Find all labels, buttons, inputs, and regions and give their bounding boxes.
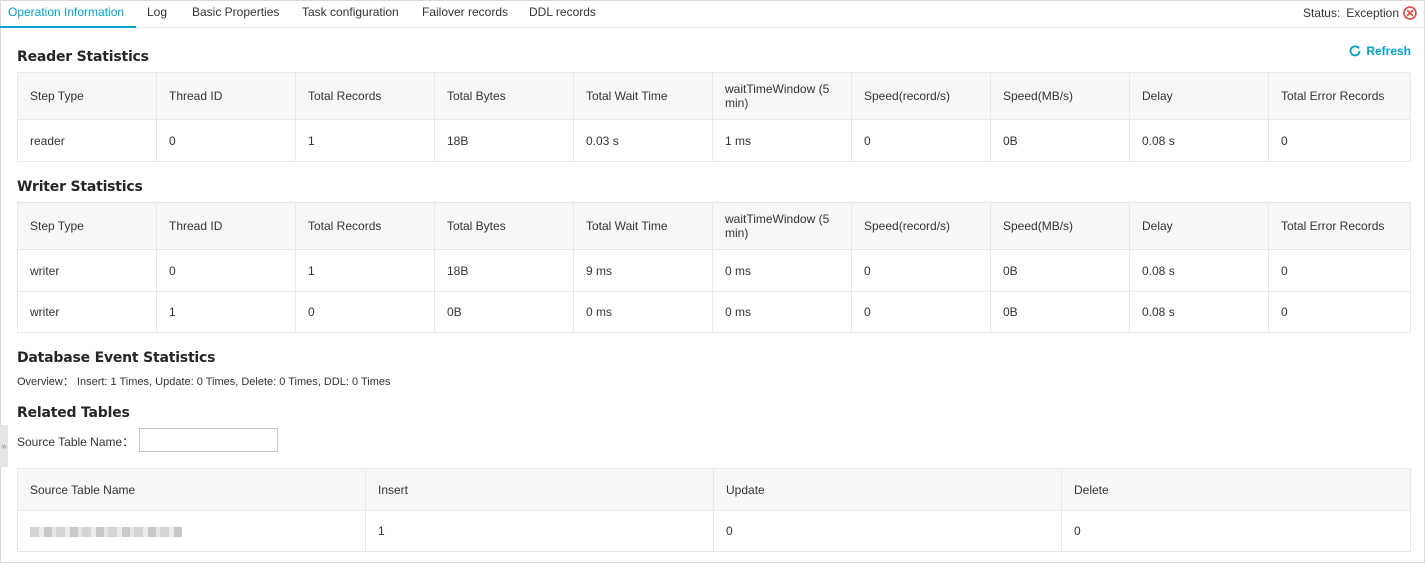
expand-sidebar-handle[interactable]: »: [0, 425, 8, 467]
table-cell: 0: [851, 119, 991, 162]
refresh-label: Refresh: [1366, 44, 1411, 58]
column-header: Thread ID: [156, 202, 296, 250]
tab-bar: Operation Information Log Basic Properti…: [0, 0, 1423, 28]
table-cell: [17, 510, 366, 552]
status-value: Exception: [1346, 6, 1399, 20]
table-cell: 1: [365, 510, 714, 552]
table-cell: 0: [851, 291, 991, 333]
column-header: Delete: [1061, 468, 1411, 511]
table-cell: 0: [295, 291, 435, 333]
writer-statistics-title: Writer Statistics: [17, 179, 143, 195]
table-cell: 1: [295, 119, 435, 162]
writer-statistics-table: Step Type Thread ID Total Records Total …: [17, 202, 1411, 333]
tab-ddl-records[interactable]: DDL records: [529, 0, 596, 28]
table-cell: 0.08 s: [1129, 249, 1269, 292]
table-cell: writer: [17, 249, 157, 292]
table-cell: 0: [1061, 510, 1411, 552]
column-header: Speed(MB/s): [990, 72, 1130, 120]
table-cell: 0.08 s: [1129, 291, 1269, 333]
column-header: Total Wait Time: [573, 202, 713, 250]
column-header: Speed(MB/s): [990, 202, 1130, 250]
table-cell: 1: [295, 249, 435, 292]
table-cell: 18B: [434, 249, 574, 292]
tab-log[interactable]: Log: [147, 0, 167, 28]
column-header: Total Error Records: [1268, 72, 1411, 120]
column-header: Delay: [1129, 202, 1269, 250]
table-cell: 9 ms: [573, 249, 713, 292]
column-header: waitTimeWindow (5 min): [712, 72, 852, 120]
column-header: Delay: [1129, 72, 1269, 120]
refresh-icon: [1349, 45, 1361, 57]
tab-basic-properties[interactable]: Basic Properties: [192, 0, 279, 28]
table-row: 1 0 0: [17, 510, 1411, 552]
column-header: Speed(record/s): [851, 72, 991, 120]
table-header-row: Step Type Thread ID Total Records Total …: [17, 202, 1411, 250]
table-cell: 1 ms: [712, 119, 852, 162]
table-row: reader 0 1 18B 0.03 s 1 ms 0 0B 0.08 s 0: [17, 119, 1411, 162]
column-header: Total Records: [295, 72, 435, 120]
tab-task-configuration[interactable]: Task configuration: [302, 0, 399, 28]
table-cell: 0B: [990, 249, 1130, 292]
table-cell: 0: [156, 249, 296, 292]
table-cell: 0: [1268, 249, 1411, 292]
column-header: Source Table Name: [17, 468, 366, 511]
column-header: Total Error Records: [1268, 202, 1411, 250]
status-indicator: Status: Exception: [1303, 4, 1417, 22]
column-header: Update: [713, 468, 1062, 511]
column-header: Speed(record/s): [851, 202, 991, 250]
database-event-statistics-title: Database Event Statistics: [17, 350, 216, 366]
source-table-name-input[interactable]: [139, 428, 278, 452]
table-cell: 0 ms: [712, 291, 852, 333]
table-cell: 0: [156, 119, 296, 162]
column-header: Total Wait Time: [573, 72, 713, 120]
redacted-table-name: [30, 526, 182, 537]
table-cell: 0: [1268, 119, 1411, 162]
reader-statistics-table: Step Type Thread ID Total Records Total …: [17, 72, 1411, 162]
table-cell: 0.08 s: [1129, 119, 1269, 162]
table-row: writer 0 1 18B 9 ms 0 ms 0 0B 0.08 s 0: [17, 249, 1411, 292]
reader-statistics-title: Reader Statistics: [17, 49, 149, 65]
related-tables-title: Related Tables: [17, 405, 130, 421]
table-header-row: Step Type Thread ID Total Records Total …: [17, 72, 1411, 120]
table-cell: 0: [713, 510, 1062, 552]
table-row: writer 1 0 0B 0 ms 0 ms 0 0B 0.08 s 0: [17, 291, 1411, 333]
event-overview-text: Overview： Insert: 1 Times, Update: 0 Tim…: [17, 376, 391, 388]
table-cell: 0 ms: [573, 291, 713, 333]
table-cell: 0: [1268, 291, 1411, 333]
column-header: Total Records: [295, 202, 435, 250]
table-cell: reader: [17, 119, 157, 162]
column-header: Insert: [365, 468, 714, 511]
table-cell: 0 ms: [712, 249, 852, 292]
error-circle-icon: [1403, 6, 1417, 20]
column-header: Total Bytes: [434, 202, 574, 250]
table-cell: 0.03 s: [573, 119, 713, 162]
table-cell: 0B: [990, 119, 1130, 162]
column-header: Thread ID: [156, 72, 296, 120]
source-table-name-label: Source Table Name：: [17, 435, 135, 449]
table-cell: writer: [17, 291, 157, 333]
column-header: waitTimeWindow (5 min): [712, 202, 852, 250]
column-header: Step Type: [17, 72, 157, 120]
table-cell: 1: [156, 291, 296, 333]
table-cell: 0B: [990, 291, 1130, 333]
table-cell: 18B: [434, 119, 574, 162]
table-cell: 0B: [434, 291, 574, 333]
tab-operation-information[interactable]: Operation Information: [0, 0, 136, 28]
tab-failover-records[interactable]: Failover records: [422, 0, 508, 28]
status-label: Status:: [1302, 6, 1341, 20]
table-cell: 0: [851, 249, 991, 292]
column-header: Step Type: [17, 202, 157, 250]
column-header: Total Bytes: [434, 72, 574, 120]
table-header-row: Source Table Name Insert Update Delete: [17, 468, 1411, 511]
related-tables-table: Source Table Name Insert Update Delete 1…: [17, 468, 1411, 552]
refresh-button[interactable]: Refresh: [1348, 44, 1411, 58]
